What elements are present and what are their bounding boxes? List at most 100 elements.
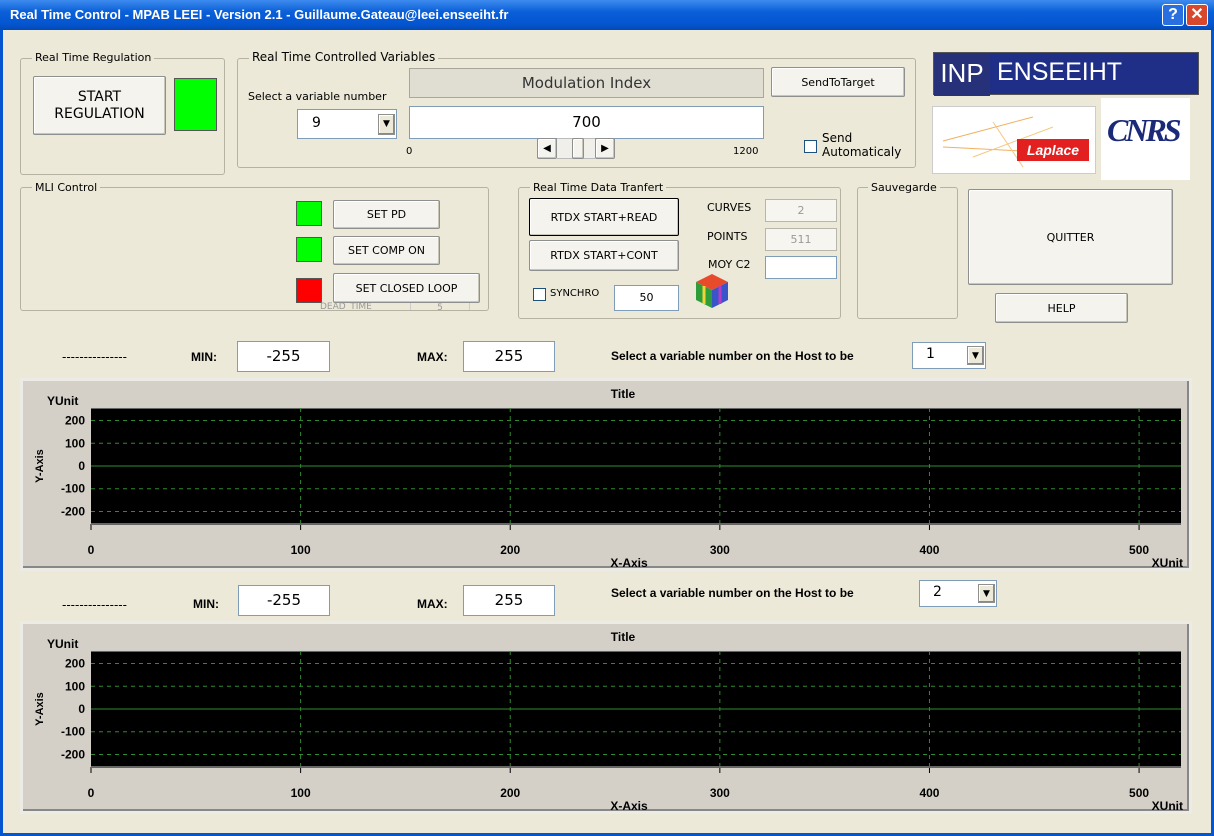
scope1-chart[interactable]: Title YUnit 0 100 200 300 400 500 200 100 0 -100 -20…	[20, 378, 1192, 571]
sauvegarde-title: Sauvegarde	[868, 181, 940, 194]
y-tick-label: -200	[61, 504, 85, 518]
y-tick-label: -200	[61, 747, 85, 761]
start-regulation-button[interactable]: START REGULATION	[33, 76, 166, 135]
scope2-chart[interactable]: Title YUnit 0 100 200 300 400 500 200 100 0 -100 -20…	[20, 621, 1192, 814]
variable-value-input[interactable]: 700	[409, 106, 764, 139]
scope2-select-label: Select a variable number on the Host to …	[611, 586, 854, 600]
dead-time-field[interactable]: 5	[410, 302, 470, 310]
help-title-button[interactable]: ?	[1162, 4, 1184, 26]
x-tick-label: 500	[1129, 786, 1149, 800]
value-slider[interactable]: ◀ ▶	[537, 138, 615, 159]
scope1-max-label: MAX:	[417, 350, 448, 364]
laplace-logo-text: Laplace	[1017, 139, 1089, 161]
set-pd-button[interactable]: SET PD	[333, 200, 440, 229]
cnrs-logo: CNRS	[1101, 98, 1190, 180]
scope2-variable-name: ---------------	[62, 598, 127, 612]
y-tick-label: 100	[65, 679, 85, 693]
y-tick-label: 200	[65, 414, 85, 428]
x-tick-label: 100	[291, 543, 311, 557]
synchro-checkbox[interactable]	[533, 288, 546, 301]
points-field: 511	[765, 228, 837, 251]
sauvegarde-group	[857, 187, 958, 319]
moy-c2-label: MOY C2	[708, 258, 751, 271]
set-closed-loop-button[interactable]: SET CLOSED LOOP	[333, 273, 480, 303]
regulation-status-led	[174, 78, 217, 131]
window-title: Real Time Control - MPAB LEEI - Version …	[10, 7, 509, 22]
scope1-max-input[interactable]: 255	[463, 341, 555, 372]
rtdx-start-cont-button[interactable]: RTDX START+CONT	[529, 240, 679, 271]
set-pd-led	[296, 201, 322, 226]
cnrs-logo-text: CNRS	[1107, 112, 1182, 148]
y-tick-label: 100	[65, 436, 85, 450]
inp-enseeiht-logo: INP ENSEEIHT	[933, 52, 1199, 96]
scope1-variable-select[interactable]: 1 ▼	[912, 342, 986, 369]
x-tick-label: 500	[1129, 543, 1149, 557]
x-tick-label: 400	[919, 543, 939, 557]
variable-name-display: Modulation Index	[409, 68, 764, 98]
scope2-min-input[interactable]: -255	[238, 585, 330, 616]
scope2-min-label: MIN:	[193, 597, 219, 611]
curves-field: 2	[765, 199, 837, 222]
send-to-target-button[interactable]: SendToTarget	[771, 67, 905, 97]
points-label: POINTS	[707, 230, 748, 243]
set-closed-led	[296, 278, 322, 303]
x-unit-label: XUnit	[1152, 556, 1183, 568]
mli-control-title: MLI Control	[32, 181, 101, 194]
scope1-min-input[interactable]: -255	[237, 341, 330, 372]
close-window-button[interactable]: ✕	[1186, 4, 1208, 26]
y-tick-label: 0	[78, 459, 85, 473]
controlled-variables-title: Real Time Controlled Variables	[249, 50, 439, 64]
rtdx-group-title: Real Time Data Tranfert	[530, 181, 667, 194]
y-tick-label: 0	[78, 702, 85, 716]
regulation-group-title: Real Time Regulation	[32, 51, 155, 64]
title-bar[interactable]: Real Time Control - MPAB LEEI - Version …	[0, 0, 1214, 30]
curves-label: CURVES	[707, 201, 752, 214]
x-tick-label: 400	[919, 786, 939, 800]
scope1-variable-value: 1	[926, 346, 935, 362]
send-automatically-checkbox[interactable]	[804, 140, 817, 153]
scope1-variable-name: ---------------	[62, 350, 127, 364]
scope2-max-input[interactable]: 255	[463, 585, 555, 616]
variable-number-select[interactable]: 9 ▼	[297, 109, 397, 139]
slider-min-label: 0	[406, 146, 413, 157]
slider-right-arrow-icon[interactable]: ▶	[595, 138, 615, 159]
chevron-down-icon[interactable]: ▼	[967, 346, 984, 365]
slider-left-arrow-icon[interactable]: ◀	[537, 138, 557, 159]
select-variable-label: Select a variable number	[248, 90, 387, 103]
slider-thumb[interactable]	[572, 138, 585, 159]
scope1-select-label: Select a variable number on the Host to …	[611, 349, 854, 363]
x-unit-label: XUnit	[1152, 799, 1183, 811]
synchro-label: SYNCHRO	[550, 288, 600, 299]
laplace-logo: Laplace	[932, 106, 1096, 174]
x-tick-label: 300	[710, 786, 730, 800]
y-unit-label: YUnit	[47, 637, 78, 651]
chevron-down-icon[interactable]: ▼	[378, 114, 395, 135]
scope2-chart-svg[interactable]: Title YUnit 0 100 200 300 400 500 200 100 0 -100 -20…	[23, 624, 1189, 813]
rtdx-start-read-button[interactable]: RTDX START+READ	[529, 198, 679, 236]
scope2-variable-select[interactable]: 2 ▼	[919, 580, 997, 607]
chevron-down-icon[interactable]: ▼	[978, 584, 995, 603]
x-tick-label: 0	[88, 786, 95, 800]
scope1-chart-svg[interactable]: Title YUnit 0 100 200 300 400 500 200 100 0 -100 -20…	[23, 381, 1189, 570]
variable-number-value: 9	[312, 115, 321, 131]
dead-time-label: DEAD_TIME	[320, 302, 372, 310]
y-tick-label: -100	[61, 482, 85, 496]
set-comp-led	[296, 237, 322, 262]
scope1-min-label: MIN:	[191, 350, 217, 364]
x-tick-label: 200	[500, 786, 520, 800]
moy-c2-field[interactable]	[765, 256, 837, 279]
synchro-input[interactable]: 50	[614, 285, 679, 311]
set-comp-on-button[interactable]: SET COMP ON	[333, 236, 440, 265]
quit-button[interactable]: QUITTER	[968, 189, 1173, 285]
x-tick-label: 100	[291, 786, 311, 800]
inp-logo-text: INP	[934, 53, 990, 96]
help-button[interactable]: HELP	[995, 293, 1128, 323]
x-tick-label: 300	[710, 543, 730, 557]
y-tick-label: 200	[65, 657, 85, 671]
y-unit-label: YUnit	[47, 394, 78, 408]
x-tick-label: 200	[500, 543, 520, 557]
cube-icon[interactable]	[690, 268, 735, 312]
x-tick-label: 0	[88, 543, 95, 557]
send-automatically-label: Send Automaticaly	[822, 131, 902, 159]
y-tick-label: -100	[61, 725, 85, 739]
